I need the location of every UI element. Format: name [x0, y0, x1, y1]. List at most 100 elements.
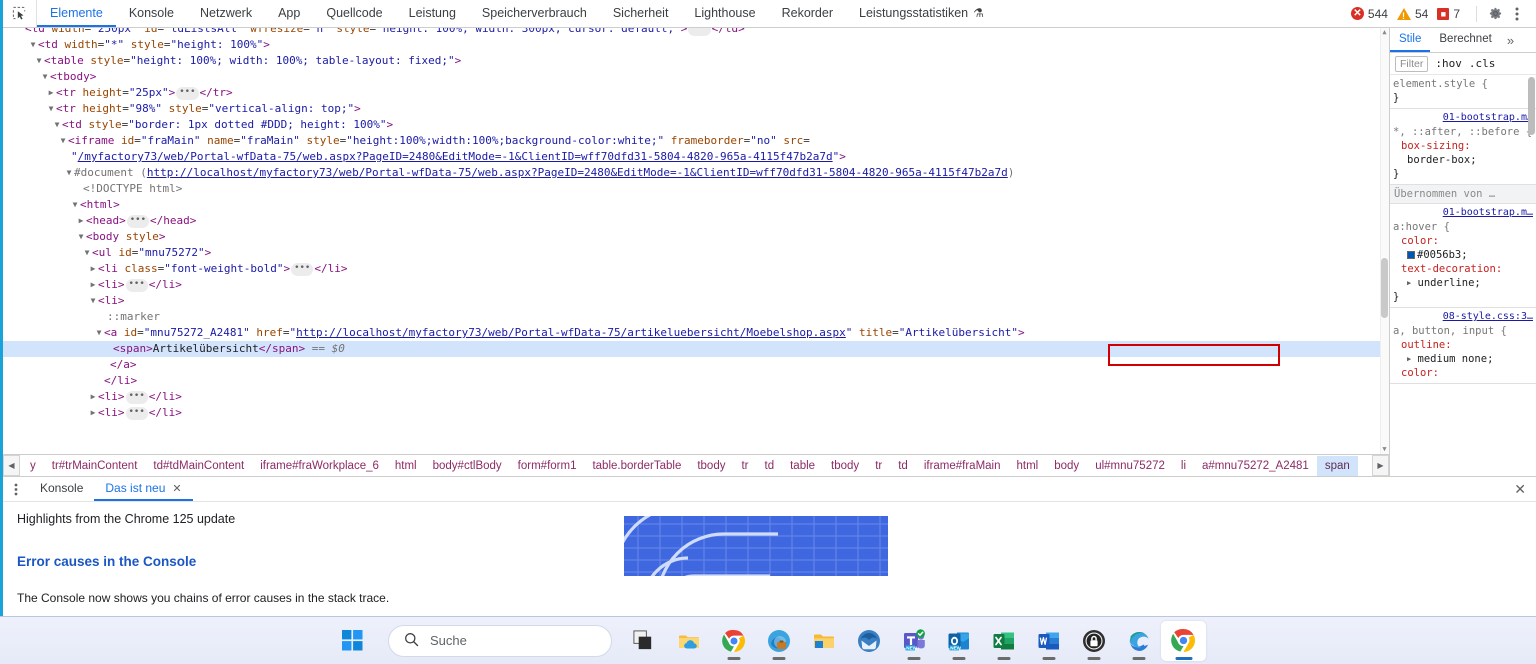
edge-copilot-icon[interactable]: [756, 621, 801, 661]
breadcrumb-item[interactable]: ul#mnu75272: [1087, 456, 1173, 476]
dom-node[interactable]: ▼"/myfactory73/web/Portal-wfData-75/web.…: [3, 149, 1389, 165]
task-view-icon[interactable]: [621, 621, 666, 661]
breadcrumb-scroll-right-icon[interactable]: ▶: [1372, 455, 1389, 476]
breadcrumb-item[interactable]: td: [757, 456, 783, 476]
dom-node[interactable]: ▼ <li>: [3, 293, 1389, 309]
dom-node[interactable]: ▶ <tr height="25px"> ••• </tr>: [3, 85, 1389, 101]
dom-node[interactable]: ▶ <li class="font-weight-bold"> ••• </li>: [3, 261, 1389, 277]
dom-node[interactable]: ▶ <li> ••• </li>: [3, 277, 1389, 293]
tab-elemente[interactable]: Elemente: [37, 0, 116, 27]
breadcrumb-item[interactable]: tr#trMainContent: [44, 456, 146, 476]
search-input[interactable]: Suche: [388, 624, 612, 657]
style-property-value[interactable]: border-box;: [1393, 153, 1533, 167]
warning-count-badge[interactable]: ! 54: [1396, 7, 1428, 21]
dom-node[interactable]: ▼ <iframe id="fraMain" name="fraMain" sty…: [3, 133, 1389, 149]
drawer-tab-das-ist-neu[interactable]: Das ist neu ✕: [94, 477, 193, 501]
chrome-icon[interactable]: [711, 621, 756, 661]
styles-rules-list[interactable]: element.style {} 01-bootstrap.m… *, ::afte…: [1390, 75, 1536, 476]
breadcrumb-item[interactable]: a#mnu75272_A2481: [1194, 456, 1317, 476]
scroll-up-arrow[interactable]: ▲: [1380, 28, 1389, 37]
style-source-link[interactable]: 01-bootstrap.m…: [1393, 206, 1533, 220]
breadcrumb-item[interactable]: form#form1: [510, 456, 585, 476]
breadcrumb-item[interactable]: html: [387, 456, 425, 476]
dom-node[interactable]: ▼ <a id="mnu75272_A2481" href="http://loc…: [3, 325, 1389, 341]
file-explorer-icon[interactable]: [801, 621, 846, 661]
style-property[interactable]: outline:: [1393, 338, 1533, 352]
style-rule[interactable]: element.style {}: [1390, 75, 1536, 109]
onedrive-folder-icon[interactable]: [666, 621, 711, 661]
breadcrumb-item[interactable]: iframe#fraMain: [916, 456, 1009, 476]
kebab-menu-icon[interactable]: [3, 477, 29, 501]
breadcrumb-item[interactable]: y: [20, 456, 44, 476]
tab-stile[interactable]: Stile: [1390, 28, 1431, 52]
tab-netzwerk[interactable]: Netzwerk: [187, 0, 265, 27]
tab-speicherverbrauch[interactable]: Speicherverbrauch: [469, 0, 600, 27]
hov-toggle[interactable]: :hov: [1435, 57, 1462, 70]
tab-app[interactable]: App: [265, 0, 313, 27]
breadcrumb-item[interactable]: tbody: [823, 456, 867, 476]
breadcrumb-item[interactable]: body: [1046, 456, 1087, 476]
breadcrumb-item[interactable]: html: [1009, 456, 1047, 476]
dom-node[interactable]: ▼ <table style="height: 100%; width: 100%…: [3, 53, 1389, 69]
error-count-badge[interactable]: ✕ 544: [1350, 7, 1388, 21]
breadcrumb-item[interactable]: span: [1316, 455, 1358, 476]
chevron-double-right-icon[interactable]: »: [1501, 28, 1520, 52]
styles-scrollbar-thumb[interactable]: [1528, 77, 1535, 135]
dom-node-selected[interactable]: ▼<span>Artikelübersicht</span> == $0•••: [3, 341, 1389, 357]
dom-node[interactable]: ▼::marker: [3, 309, 1389, 325]
breadcrumb-scroll-left-icon[interactable]: ◀: [3, 455, 20, 476]
tab-quellcode[interactable]: Quellcode: [313, 0, 395, 27]
edge-icon[interactable]: [1116, 621, 1161, 661]
style-source-link[interactable]: 01-bootstrap.m…: [1393, 111, 1533, 125]
outlook-icon[interactable]: NEW: [936, 621, 981, 661]
breadcrumb-item[interactable]: body#ctlBody: [425, 456, 510, 476]
breadcrumb-item[interactable]: td#tdMainContent: [145, 456, 252, 476]
breadcrumb-item[interactable]: li: [1173, 456, 1194, 476]
inspect-element-icon[interactable]: [3, 0, 37, 27]
issue-count-badge[interactable]: ■ 7: [1437, 7, 1460, 21]
close-icon[interactable]: ✕: [172, 482, 181, 495]
style-rule[interactable]: 01-bootstrap.m… *, ::after, ::before {box…: [1390, 109, 1536, 185]
tab-konsole[interactable]: Konsole: [116, 0, 187, 27]
tab-lighthouse[interactable]: Lighthouse: [681, 0, 768, 27]
tab-rekorder[interactable]: Rekorder: [769, 0, 846, 27]
excel-icon[interactable]: [981, 621, 1026, 661]
expand-arrow-icon[interactable]: ▶: [1407, 352, 1411, 366]
tab-berechnet[interactable]: Berechnet: [1430, 28, 1500, 52]
dom-node[interactable]: ▼<!DOCTYPE html>: [3, 181, 1389, 197]
color-swatch[interactable]: [1407, 251, 1415, 259]
dom-scrollbar-thumb[interactable]: [1381, 258, 1388, 318]
dom-node[interactable]: ▼ <td style="border: 1px dotted #DDD; hei…: [3, 117, 1389, 133]
tab-leistung[interactable]: Leistung: [396, 0, 469, 27]
dom-node[interactable]: ▼ <body style>: [3, 229, 1389, 245]
style-property[interactable]: box-sizing:: [1393, 139, 1533, 153]
keepass-icon[interactable]: [1071, 621, 1116, 661]
dom-node[interactable]: ▼</li>: [3, 373, 1389, 389]
chrome-active-icon[interactable]: [1161, 620, 1206, 661]
style-property-value[interactable]: ▶ medium none;: [1393, 352, 1533, 366]
tab-sicherheit[interactable]: Sicherheit: [600, 0, 682, 27]
scroll-down-arrow[interactable]: ▼: [1380, 445, 1389, 454]
breadcrumb-item[interactable]: td: [890, 456, 916, 476]
dom-node[interactable]: ▼</a>: [3, 357, 1389, 373]
dom-node[interactable]: ▼ <ul id="mnu75272">: [3, 245, 1389, 261]
dom-node[interactable]: ▼ <html>: [3, 197, 1389, 213]
dom-node[interactable]: ▼ #document (http://localhost/myfactory73…: [3, 165, 1389, 181]
expand-arrow-icon[interactable]: ▶: [1407, 276, 1411, 290]
windows-start-icon[interactable]: [330, 621, 375, 661]
breadcrumb-item[interactable]: tr: [867, 456, 890, 476]
breadcrumb-item[interactable]: tbody: [689, 456, 733, 476]
styles-filter-input[interactable]: Filter: [1395, 55, 1429, 72]
dom-node[interactable]: ▼ <tbody>: [3, 69, 1389, 85]
style-property-value[interactable]: #0056b3;: [1393, 248, 1533, 262]
dom-node[interactable]: ▶ <li> ••• </li>: [3, 389, 1389, 405]
gear-icon[interactable]: [1484, 3, 1506, 25]
breadcrumb-item[interactable]: table.borderTable: [584, 456, 689, 476]
dom-tree-lines[interactable]: ▼<td width="250px" id="tdListsAll" wfres…: [3, 28, 1389, 454]
style-source-link[interactable]: 08-style.css:3…: [1393, 310, 1533, 324]
style-property[interactable]: text-decoration:: [1393, 262, 1533, 276]
dom-node[interactable]: ▼ <td width="*" style="height: 100%">: [3, 37, 1389, 53]
breadcrumb-list[interactable]: y tr#trMainContent td#tdMainContent iframe#…: [20, 455, 1372, 476]
kebab-menu-icon[interactable]: [1506, 3, 1528, 25]
style-property[interactable]: color:: [1393, 234, 1533, 248]
